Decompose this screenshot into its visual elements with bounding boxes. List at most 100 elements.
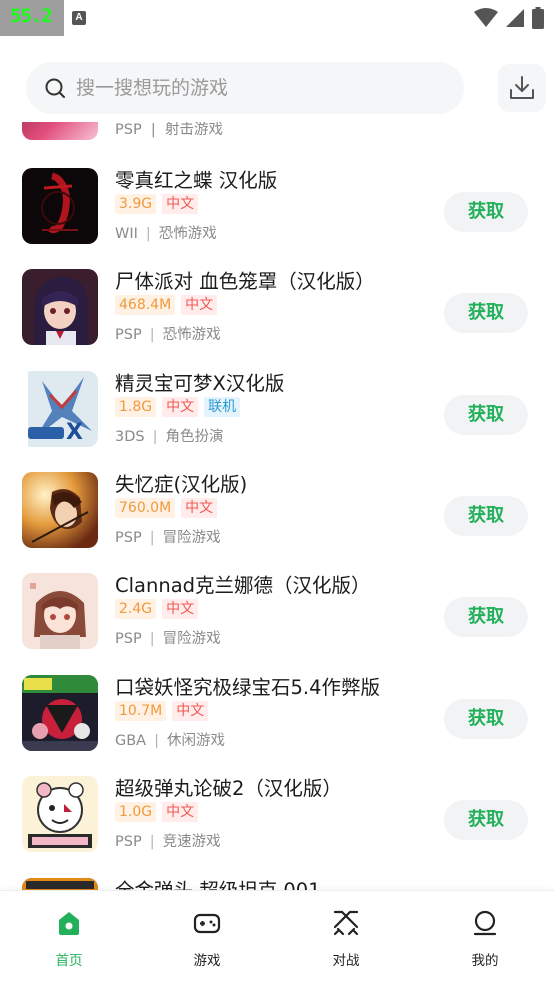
game-title: 尸体派对 血色笼罩（汉化版） — [115, 270, 375, 293]
signal-icon — [506, 9, 524, 27]
get-button[interactable]: 获取 — [444, 597, 528, 637]
nav-home[interactable]: 首页 — [34, 909, 104, 973]
size-tag: 1.0G — [115, 802, 157, 822]
list-item[interactable]: X 精灵宝可梦X汉化版 1.8G 中文 联机 3DS | 角色扮演 获取 — [0, 371, 554, 471]
game-tags: 468.4M 中文 — [115, 295, 218, 315]
genre-label: 冒险游戏 — [162, 631, 221, 647]
game-tags: 1.0G 中文 — [115, 802, 199, 822]
game-title: 零真红之蝶 汉化版 — [115, 169, 278, 192]
game-cover — [22, 269, 98, 345]
list-item-partial-bottom[interactable]: 全金弹头 超级坦克 001 — [0, 878, 554, 890]
language-tag: 中文 — [181, 295, 218, 315]
game-cover — [22, 878, 98, 890]
wifi-icon — [474, 8, 498, 27]
nav-games[interactable]: 游戏 — [172, 909, 242, 973]
game-meta: GBA | 休闲游戏 — [115, 733, 225, 749]
game-meta: WII | 恐怖游戏 — [115, 226, 217, 242]
game-meta: PSP | 竞速游戏 — [115, 834, 221, 850]
game-cover — [22, 122, 98, 140]
download-button[interactable] — [498, 64, 546, 112]
game-tags: 3.9G 中文 — [115, 194, 199, 214]
get-button[interactable]: 获取 — [444, 496, 528, 536]
crossed-swords-icon — [333, 910, 359, 936]
genre-label: 恐怖游戏 — [162, 327, 221, 343]
system-icons — [474, 6, 544, 30]
language-tag: 中文 — [172, 701, 209, 721]
search-icon — [45, 78, 65, 98]
search-bar[interactable] — [26, 62, 464, 114]
game-list[interactable]: PSP | 射击游戏 零真红之蝶 汉化版 3.9G 中文 WII | 恐怖游戏 获取 — [0, 122, 554, 890]
nav-profile-label: 我的 — [471, 953, 499, 969]
platform-label: PSP — [115, 327, 142, 343]
get-button[interactable]: 获取 — [444, 395, 528, 435]
game-title: 超级弹丸论破2（汉化版） — [115, 777, 342, 800]
profile-icon — [473, 910, 497, 936]
game-title: 全金弹头 超级坦克 001 — [115, 874, 321, 890]
genre-label: 恐怖游戏 — [158, 226, 217, 242]
game-meta: PSP | 冒险游戏 — [115, 530, 221, 546]
list-item[interactable]: 尸体派对 血色笼罩（汉化版） 468.4M 中文 PSP | 恐怖游戏 获取 — [0, 269, 554, 369]
genre-label: 休闲游戏 — [167, 733, 225, 749]
size-tag: 3.9G — [115, 194, 157, 214]
game-meta: PSP | 恐怖游戏 — [115, 327, 221, 343]
status-bar: 55.2 A — [0, 0, 554, 36]
platform-label: 3DS — [115, 429, 145, 445]
game-cover — [22, 168, 98, 244]
list-item[interactable]: 超级弹丸论破2（汉化版） 1.0G 中文 PSP | 竞速游戏 获取 — [0, 776, 554, 876]
genre-label: 角色扮演 — [165, 429, 224, 445]
platform-label: GBA — [115, 733, 147, 749]
fps-overlay: 55.2 — [0, 0, 64, 36]
genre-label: 冒险游戏 — [162, 530, 221, 546]
game-meta: PSP | 冒险游戏 — [115, 631, 221, 647]
size-tag: 468.4M — [115, 295, 176, 315]
size-tag: 10.7M — [115, 701, 167, 721]
search-input[interactable] — [76, 62, 446, 114]
platform-label: PSP — [115, 631, 142, 647]
gamepad-icon — [193, 913, 221, 934]
list-item[interactable]: Clannad克兰娜德（汉化版） 2.4G 中文 PSP | 冒险游戏 获取 — [0, 573, 554, 673]
size-tag: 2.4G — [115, 599, 157, 619]
nav-battle[interactable]: 对战 — [311, 909, 381, 973]
game-tags: 1.8G 中文 联机 — [115, 397, 241, 417]
nav-profile[interactable]: 我的 — [450, 909, 520, 973]
language-tag: 中文 — [162, 599, 199, 619]
platform-label: PSP — [115, 834, 142, 850]
game-title: 口袋妖怪究极绿宝石5.4作弊版 — [115, 676, 381, 699]
game-cover — [22, 573, 98, 649]
list-item[interactable]: 零真红之蝶 汉化版 3.9G 中文 WII | 恐怖游戏 获取 — [0, 168, 554, 268]
battery-icon — [532, 7, 544, 29]
get-button[interactable]: 获取 — [444, 800, 528, 840]
game-cover — [22, 675, 98, 751]
nav-games-label: 游戏 — [193, 953, 221, 969]
list-item[interactable]: 失忆症(汉化版) 760.0M 中文 PSP | 冒险游戏 获取 — [0, 472, 554, 572]
list-item-partial-top[interactable]: PSP | 射击游戏 — [0, 122, 554, 164]
multiplayer-tag: 联机 — [204, 397, 241, 417]
game-title: Clannad克兰娜德（汉化版） — [115, 574, 371, 597]
nav-battle-label: 对战 — [332, 953, 360, 969]
list-item[interactable]: 口袋妖怪究极绿宝石5.4作弊版 10.7M 中文 GBA | 休闲游戏 获取 — [0, 675, 554, 775]
game-cover — [22, 472, 98, 548]
download-icon — [510, 76, 534, 99]
size-tag: 1.8G — [115, 397, 157, 417]
game-tags: 760.0M 中文 — [115, 498, 218, 518]
game-cover — [22, 776, 98, 852]
game-meta: 3DS | 角色扮演 — [115, 429, 224, 445]
get-button[interactable]: 获取 — [444, 293, 528, 333]
svg-text:X: X — [66, 420, 83, 445]
fps-counter: 55.2 — [10, 5, 53, 27]
language-tag: 中文 — [162, 194, 199, 214]
get-button[interactable]: 获取 — [444, 699, 528, 739]
game-title: 精灵宝可梦X汉化版 — [115, 372, 285, 395]
game-cover: X — [22, 371, 98, 447]
game-tags: 2.4G 中文 — [115, 599, 199, 619]
language-tag: 中文 — [181, 498, 218, 518]
size-tag: 760.0M — [115, 498, 176, 518]
genre-label: 竞速游戏 — [162, 834, 221, 850]
get-button[interactable]: 获取 — [444, 192, 528, 232]
platform-label: PSP — [115, 530, 142, 546]
game-title: 失忆症(汉化版) — [115, 473, 248, 496]
language-tag: 中文 — [162, 397, 199, 417]
nav-home-label: 首页 — [55, 953, 83, 969]
game-meta: PSP | 射击游戏 — [115, 122, 224, 138]
game-tags: 10.7M 中文 — [115, 701, 209, 721]
